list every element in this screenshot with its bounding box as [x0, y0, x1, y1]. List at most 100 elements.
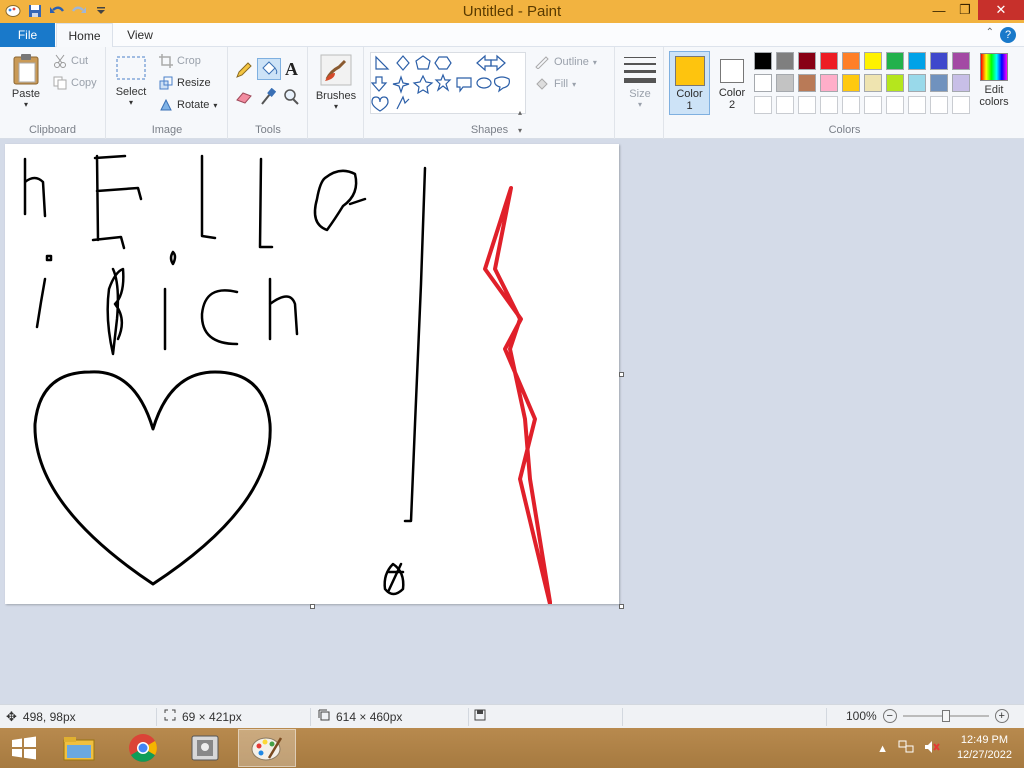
canvas-resize-handle-right[interactable]	[619, 372, 624, 377]
color-swatch[interactable]	[798, 74, 816, 92]
color-swatch[interactable]	[864, 52, 882, 70]
canvas-resize-handle-corner[interactable]	[619, 604, 624, 609]
ribbon: Paste ▾ Cut Copy Clipboard Select ▾ Crop…	[0, 47, 1024, 153]
vertical-line	[403, 166, 427, 523]
minimize-button[interactable]: —	[926, 0, 952, 20]
tab-home[interactable]: Home	[56, 23, 113, 48]
status-divider	[468, 708, 469, 726]
zoom-slider[interactable]	[902, 709, 989, 723]
color-swatch[interactable]	[908, 74, 926, 92]
color-swatch[interactable]	[886, 74, 904, 92]
taskbar-paint[interactable]	[238, 729, 296, 767]
color-swatch[interactable]	[952, 96, 970, 114]
color-swatch[interactable]	[930, 52, 948, 70]
taskbar-photo-viewer[interactable]	[176, 729, 234, 767]
help-icon[interactable]: ?	[1000, 27, 1016, 43]
shapes-gallery[interactable]	[370, 52, 526, 114]
line-size-icon	[624, 57, 656, 83]
network-icon[interactable]	[898, 740, 914, 757]
windows-logo-icon	[12, 736, 36, 760]
drawing-canvas[interactable]	[5, 144, 619, 604]
color-swatch[interactable]	[842, 96, 860, 114]
color-swatch[interactable]	[820, 96, 838, 114]
canvas-size-icon	[318, 709, 330, 724]
outline-icon	[535, 56, 549, 69]
taskbar-file-explorer[interactable]	[50, 729, 108, 767]
select-button[interactable]: Select ▾	[113, 55, 149, 107]
size-button[interactable]: Size ▾	[620, 55, 660, 109]
color-swatch[interactable]	[908, 96, 926, 114]
color-swatch[interactable]	[754, 74, 772, 92]
paste-button[interactable]: Paste ▾	[6, 53, 46, 109]
tab-view[interactable]: View	[114, 23, 166, 47]
select-label: Select	[115, 86, 147, 98]
brushes-button[interactable]: Brushes ▾	[315, 53, 357, 111]
color-swatch[interactable]	[930, 74, 948, 92]
color-swatch[interactable]	[864, 96, 882, 114]
status-divider	[310, 708, 311, 726]
color-swatch[interactable]	[798, 96, 816, 114]
taskbar-clock[interactable]: 12:49 PM 12/27/2022	[957, 733, 1012, 763]
paste-label: Paste	[11, 88, 41, 100]
color-swatch[interactable]	[820, 74, 838, 92]
tab-file[interactable]: File	[0, 23, 55, 47]
canvas-size-text: 614 × 460px	[336, 709, 403, 724]
color-swatch[interactable]	[754, 52, 772, 70]
zoom-slider-thumb[interactable]	[941, 710, 950, 722]
start-button[interactable]	[0, 729, 48, 767]
canvas-area[interactable]	[0, 140, 1024, 704]
cut-button[interactable]: Cut	[53, 54, 88, 68]
disk-icon	[474, 709, 486, 724]
color-palette	[754, 52, 976, 118]
outline-button[interactable]: Outline ▾	[534, 55, 597, 69]
color-swatch[interactable]	[886, 52, 904, 70]
eraser-icon[interactable]	[235, 90, 253, 107]
shapes-gallery-icons	[370, 54, 510, 112]
zoom-in-icon[interactable]: +	[994, 709, 1009, 723]
color-swatch[interactable]	[820, 52, 838, 70]
volume-muted-icon[interactable]	[924, 740, 940, 757]
color-swatch[interactable]	[798, 52, 816, 70]
color-swatch[interactable]	[864, 74, 882, 92]
magnifier-icon[interactable]	[283, 88, 299, 109]
tools-group: A Tools	[229, 47, 308, 139]
resize-button[interactable]: Resize	[159, 76, 211, 90]
collapse-ribbon-icon[interactable]: ⌃	[986, 27, 994, 38]
fill-bucket-icon[interactable]	[257, 58, 281, 80]
copy-button[interactable]: Copy	[53, 76, 97, 90]
color-swatch[interactable]	[886, 96, 904, 114]
color-swatch[interactable]	[952, 52, 970, 70]
color-swatch[interactable]	[930, 96, 948, 114]
color-picker-icon[interactable]	[260, 87, 277, 109]
letter-h-2	[268, 277, 299, 341]
text-tool-icon[interactable]: A	[285, 59, 298, 80]
colors-group-label: Colors	[828, 124, 861, 136]
letter-h	[23, 157, 47, 218]
color-swatch[interactable]	[908, 52, 926, 70]
close-button[interactable]: ✕	[978, 0, 1024, 20]
taskbar-chrome[interactable]	[114, 729, 172, 767]
crop-button[interactable]: Crop	[159, 54, 201, 68]
zoom-level: 100%	[846, 709, 877, 723]
rotate-button[interactable]: Rotate ▾	[159, 98, 217, 112]
color-swatch[interactable]	[842, 74, 860, 92]
paint-palette-icon	[251, 737, 283, 761]
size-group: Size ▾	[616, 47, 664, 139]
color-swatch[interactable]	[842, 52, 860, 70]
clock-time: 12:49 PM	[960, 734, 1009, 746]
fill-button[interactable]: Fill ▾	[534, 77, 576, 91]
color-swatch[interactable]	[776, 96, 794, 114]
canvas-resize-handle-bottom[interactable]	[310, 604, 315, 609]
small-scribble	[383, 562, 405, 596]
tools-group-label: Tools	[255, 124, 281, 136]
window-title: Untitled - Paint	[462, 3, 562, 20]
color-swatch[interactable]	[754, 96, 772, 114]
color-swatch[interactable]	[776, 52, 794, 70]
zoom-out-icon[interactable]: −	[882, 709, 897, 723]
color-swatch[interactable]	[776, 74, 794, 92]
pencil-icon[interactable]	[235, 61, 253, 82]
color-swatch[interactable]	[952, 74, 970, 92]
show-hidden-icons-icon[interactable]: ▲	[877, 743, 888, 755]
edit-colors-button[interactable]: Edit colors	[976, 53, 1012, 108]
restore-button[interactable]: ❐	[952, 0, 978, 20]
